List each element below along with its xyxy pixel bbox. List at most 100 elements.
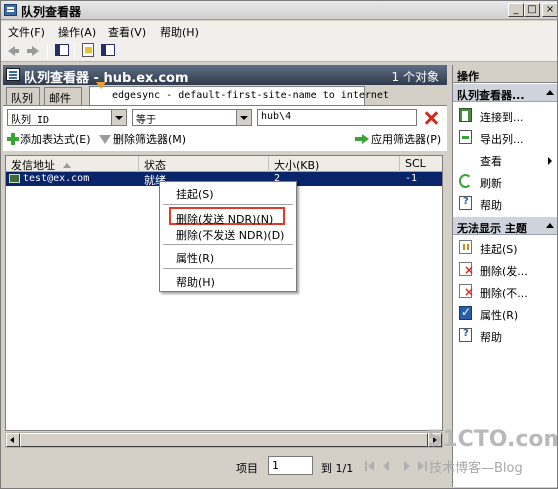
- remove-expression-icon[interactable]: [423, 110, 439, 126]
- chevron-down-icon[interactable]: [111, 110, 126, 125]
- actions-pane-title: 操作: [453, 65, 557, 83]
- properties-check-icon: [459, 305, 472, 320]
- scroll-thumb[interactable]: [20, 433, 428, 447]
- add-expression-button[interactable]: 添加表达式(E): [7, 131, 91, 147]
- menu-divider: [163, 244, 293, 245]
- filter-field-select[interactable]: 队列 ID: [7, 109, 127, 126]
- filter-value-input[interactable]: hub\4: [257, 109, 417, 126]
- scroll-left-button[interactable]: [6, 433, 20, 447]
- properties-toolbar-button[interactable]: [79, 42, 97, 59]
- chevron-down-icon[interactable]: [236, 110, 251, 125]
- properties-icon: [82, 43, 94, 57]
- cell-from: test@ex.com: [23, 173, 90, 184]
- help-icon: [459, 328, 472, 342]
- help-icon: [459, 196, 472, 210]
- menu-help[interactable]: 帮助(H): [160, 24, 199, 40]
- delete-icon: [459, 284, 474, 299]
- actions-section-message[interactable]: 无法显示 主题: [453, 217, 557, 235]
- filter-operator-value: 等于: [136, 115, 156, 126]
- watermark-tagline: 技术博客—Blog: [429, 461, 523, 476]
- suspend-icon: [459, 240, 472, 254]
- horizontal-scrollbar[interactable]: [5, 432, 443, 448]
- page-input[interactable]: 1: [268, 456, 313, 475]
- action-export-list[interactable]: 导出列...: [453, 128, 557, 148]
- menu-file[interactable]: 文件(F): [8, 24, 45, 40]
- collapse-icon[interactable]: [546, 223, 554, 228]
- action-refresh-label: 刷新: [480, 177, 502, 190]
- action-properties-label: 属性(R): [480, 309, 519, 322]
- action-refresh[interactable]: 刷新: [453, 172, 557, 192]
- remove-filter-button[interactable]: 删除筛选器(M): [99, 131, 186, 147]
- menu-view[interactable]: 查看(V): [108, 24, 146, 40]
- apply-filter-button[interactable]: 应用筛选器(P): [355, 131, 441, 147]
- context-delete-with-ndr[interactable]: 删除(发送 NDR)(N): [176, 211, 273, 227]
- section-label: 无法显示 主题: [457, 222, 527, 235]
- back-button[interactable]: [5, 42, 23, 59]
- add-expression-label: 添加表达式(E): [20, 133, 91, 146]
- close-button[interactable]: ×: [542, 3, 557, 17]
- filter-icon: [99, 135, 111, 144]
- back-arrow-icon: [8, 46, 19, 56]
- context-menu: 挂起(S) 删除(发送 NDR)(N) 删除(不发送 NDR)(D) 属性(R)…: [159, 181, 297, 292]
- queue-viewer-icon: [6, 68, 20, 81]
- remove-filter-label: 删除筛选器(M): [113, 133, 187, 146]
- tab-queue[interactable]: 队列: [6, 87, 40, 105]
- context-suspend[interactable]: 挂起(S): [176, 186, 214, 202]
- column-header-size[interactable]: 大小(KB): [269, 156, 400, 172]
- apply-filter-label: 应用筛选器(P): [371, 133, 442, 146]
- maximize-button[interactable]: □: [524, 3, 540, 17]
- context-delete-without-ndr[interactable]: 删除(不发送 NDR)(D): [176, 227, 284, 243]
- filter-operator-select[interactable]: 等于: [132, 109, 252, 126]
- collapse-icon[interactable]: [546, 90, 554, 95]
- column-header-status[interactable]: 状态: [139, 156, 269, 172]
- app-icon: [4, 4, 17, 16]
- filter-field-value: 队列 ID: [11, 115, 50, 126]
- context-help[interactable]: 帮助(H): [176, 274, 215, 290]
- menu-divider: [163, 204, 293, 205]
- window-title: 队列查看器: [21, 5, 82, 19]
- column-header-from[interactable]: 发信地址: [6, 156, 139, 172]
- menu-action[interactable]: 操作(A): [58, 24, 96, 40]
- action-delete-with-ndr[interactable]: 删除(发...: [453, 260, 557, 280]
- action-delete-without-ndr[interactable]: 删除(不...: [453, 282, 557, 302]
- chevron-right-icon: [548, 157, 552, 165]
- apply-arrow-icon: [355, 134, 369, 144]
- page-title: 队列查看器 - hub.ex.com: [24, 71, 189, 86]
- action-export-label: 导出列...: [480, 133, 524, 146]
- console-tree-icon: [55, 44, 69, 56]
- toolbar: [1, 40, 557, 62]
- menu-divider: [163, 268, 293, 269]
- action-delete-ndr-label: 删除(发...: [480, 265, 528, 278]
- tab-mail[interactable]: 邮件: [44, 87, 82, 105]
- watermark: 51CTO.com 技术博客—Blog: [425, 425, 557, 487]
- actions-section-queue-viewer[interactable]: 队列查看器...: [453, 84, 557, 102]
- action-help[interactable]: 帮助: [453, 194, 557, 214]
- action-suspend[interactable]: 挂起(S): [453, 238, 557, 258]
- action-connect[interactable]: 连接到...: [453, 106, 557, 126]
- forward-button[interactable]: [24, 42, 42, 59]
- action-delete-no-ndr-label: 删除(不...: [480, 287, 528, 300]
- cell-scl: -1: [405, 173, 418, 184]
- show-hide-tree-button[interactable]: [53, 42, 71, 59]
- context-properties[interactable]: 属性(R): [176, 250, 214, 266]
- queue-viewer-window: 队列查看器 _ □ × 文件(F) 操作(A) 查看(V) 帮助(H) 队列查看…: [0, 0, 558, 489]
- server-connect-icon: [459, 108, 472, 122]
- action-view[interactable]: 查看: [453, 150, 557, 170]
- column-header-scl[interactable]: SCL: [400, 156, 442, 172]
- action-pane-icon: [101, 44, 115, 56]
- action-help[interactable]: 帮助: [453, 326, 557, 346]
- column-from-label: 发信地址: [11, 159, 55, 172]
- action-properties[interactable]: 属性(R): [453, 304, 557, 324]
- mail-message-icon: [9, 174, 20, 183]
- tab-edgesync[interactable]: edgesync - default-first-site-name to in…: [89, 82, 389, 105]
- next-page-icon[interactable]: [402, 461, 412, 471]
- action-pane-toggle-button[interactable]: [99, 42, 117, 59]
- refresh-icon: [459, 174, 472, 188]
- actions-pane: 操作 队列查看器... 连接到... 导出列... 查看 刷新 帮助 无法显示 …: [452, 65, 557, 487]
- first-page-icon[interactable]: [365, 461, 375, 471]
- section-label: 队列查看器...: [457, 89, 525, 102]
- tab-strip: 队列 邮件 edgesync - default-first-site-name…: [3, 82, 447, 105]
- minimize-button[interactable]: _: [508, 3, 524, 17]
- previous-page-icon[interactable]: [381, 461, 391, 471]
- action-help-label: 帮助: [480, 199, 502, 212]
